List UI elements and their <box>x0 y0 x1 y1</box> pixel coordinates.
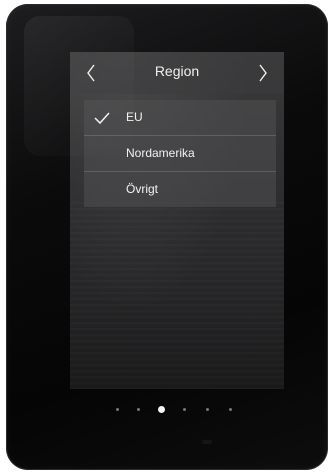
proximity-sensor <box>202 440 212 444</box>
touch-screen: Region EU Nordamerika Övrigt <box>70 52 284 389</box>
checkmark-icon <box>94 112 110 125</box>
region-option-ovrigt[interactable]: Övrigt <box>84 172 276 207</box>
page-dot[interactable] <box>116 408 119 411</box>
page-dot[interactable] <box>137 408 140 411</box>
next-button[interactable] <box>248 58 278 88</box>
page-indicator <box>116 405 234 415</box>
region-option-nordamerika[interactable]: Nordamerika <box>84 136 276 172</box>
device-frame: Region EU Nordamerika Övrigt <box>6 4 328 470</box>
page-dot[interactable] <box>206 408 209 411</box>
region-option-eu[interactable]: EU <box>84 100 276 136</box>
page-dot[interactable] <box>229 408 232 411</box>
region-option-label: Nordamerika <box>126 146 195 160</box>
header-bar: Region <box>70 52 284 94</box>
region-option-label: Övrigt <box>126 182 159 196</box>
page-dot-active[interactable] <box>158 406 165 413</box>
chevron-right-icon <box>259 64 267 82</box>
region-list: EU Nordamerika Övrigt <box>84 100 276 207</box>
page-dot[interactable] <box>183 408 186 411</box>
region-option-label: EU <box>126 110 143 124</box>
